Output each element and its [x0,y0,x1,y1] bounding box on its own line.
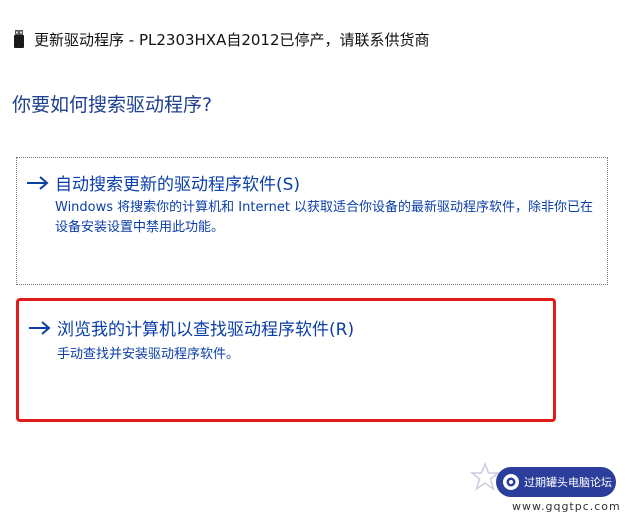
window-title: 更新驱动程序 - PL2303HXA自2012已停产，请联系供货商 [34,30,430,49]
watermark-star-icon [470,462,500,491]
auto-search-description: Windows 将搜索你的计算机和 Internet 以获取适合你设备的最新驱动… [55,200,594,235]
watermark-logo-icon [503,474,519,490]
auto-search-option[interactable]: 自动搜索更新的驱动程序软件(S) Windows 将搜索你的计算机和 Inter… [16,157,608,285]
watermark-text: 过期罐头电脑论坛 [524,476,612,489]
browse-computer-option[interactable]: 浏览我的计算机以查找驱动程序软件(R) 手动查找并安装驱动程序软件。 [16,298,556,422]
arrow-right-icon [29,320,51,335]
auto-search-label: 自动搜索更新的驱动程序软件(S) [55,175,301,195]
page-heading: 你要如何搜索驱动程序? [12,94,213,116]
watermark-url: www.gqgtpc.com [512,500,621,513]
browse-computer-header: 浏览我的计算机以查找驱动程序软件(R) [27,315,354,340]
browse-computer-label: 浏览我的计算机以查找驱动程序软件(R) [57,320,355,340]
watermark-badge: 过期罐头电脑论坛 [496,467,616,497]
auto-search-header: 自动搜索更新的驱动程序软件(S) [25,170,300,195]
arrow-right-icon [27,175,49,190]
title-bar: 更新驱动程序 - PL2303HXA自2012已停产，请联系供货商 [12,28,430,50]
usb-device-icon [14,30,24,48]
browse-computer-description: 手动查找并安装驱动程序软件。 [57,347,240,362]
